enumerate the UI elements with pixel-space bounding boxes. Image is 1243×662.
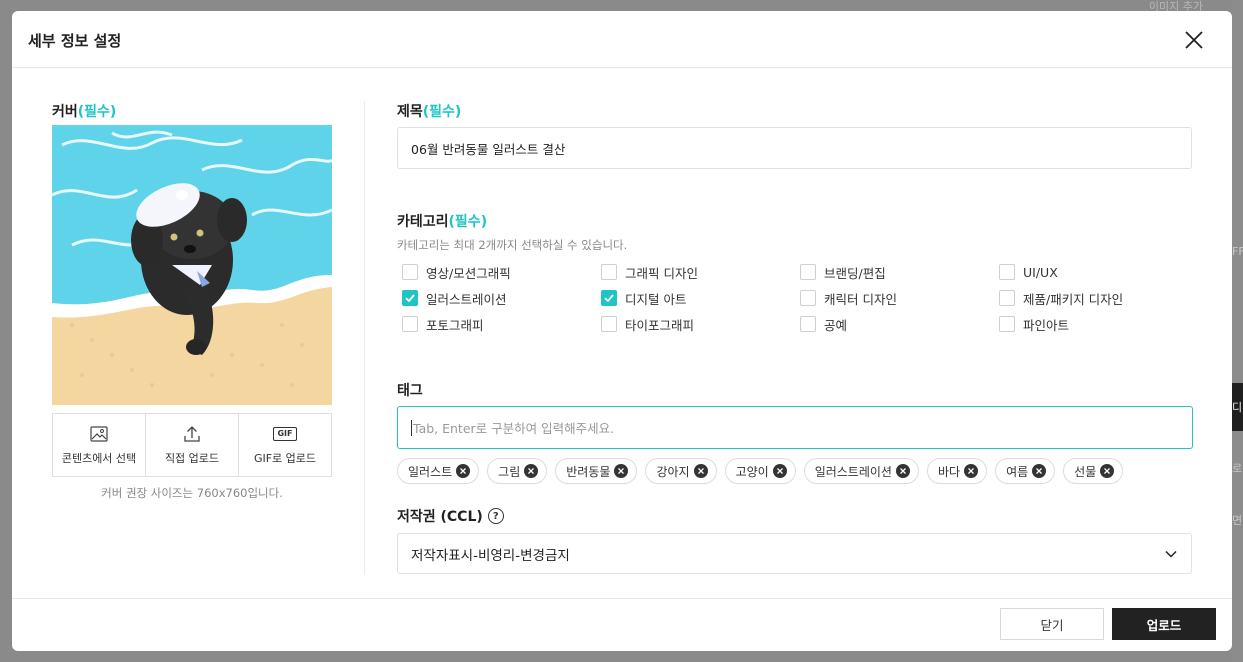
check-icon <box>405 294 415 303</box>
gif-icon: GIF <box>273 424 297 444</box>
tag-chip: 그림 <box>487 458 548 484</box>
tag-chip: 반려동물 <box>555 458 638 484</box>
background-page-edge <box>1232 0 1243 662</box>
modal-title: 세부 정보 설정 <box>28 32 122 50</box>
checkbox[interactable] <box>800 264 816 280</box>
detail-settings-modal: 세부 정보 설정 커버(필수) 콘텐츠에서 선택 직접 업로드 GIF GIF로… <box>12 11 1232 651</box>
remove-tag-icon[interactable] <box>614 464 629 478</box>
category-label: 카테고리(필수) <box>397 214 488 230</box>
copyright-select[interactable]: 저작자표시-비영리-변경금지 <box>397 533 1192 574</box>
check-icon <box>604 294 614 303</box>
text-cursor <box>411 419 412 436</box>
category-digital-art[interactable]: 디지털 아트 <box>601 290 800 307</box>
direct-upload-button[interactable]: 직접 업로드 <box>146 414 239 476</box>
tag-chip: 선물 <box>1063 458 1124 484</box>
upload-icon <box>183 424 201 444</box>
tag-chip: 일러스트 <box>397 458 480 484</box>
checkbox-checked[interactable] <box>601 290 617 306</box>
background-edge-text: 디 <box>1232 401 1243 414</box>
chevron-down-icon <box>1165 550 1177 558</box>
remove-tag-icon[interactable] <box>895 464 910 478</box>
close-icon <box>1185 31 1203 49</box>
background-edge-text: FF <box>1232 245 1243 258</box>
category-hint: 카테고리는 최대 2개까지 선택하실 수 있습니다. <box>397 238 628 252</box>
remove-tag-icon[interactable] <box>456 464 471 478</box>
tag-chip: 바다 <box>926 458 988 484</box>
tag-chip: 고양이 <box>724 458 796 484</box>
gif-upload-button[interactable]: GIF GIF로 업로드 <box>239 414 331 476</box>
category-crafts[interactable]: 공예 <box>800 316 999 333</box>
checkbox[interactable] <box>999 264 1015 280</box>
category-fine-art[interactable]: 파인아트 <box>999 316 1198 333</box>
category-branding[interactable]: 브랜딩/편집 <box>800 264 999 281</box>
background-edge-text: 로 <box>1232 462 1243 475</box>
checkbox-checked[interactable] <box>402 290 418 306</box>
category-character-design[interactable]: 캐릭터 디자인 <box>800 290 999 307</box>
category-motion-graphics[interactable]: 영상/모션그래픽 <box>402 264 601 281</box>
title-input[interactable]: 06월 반려동물 일러스트 결산 <box>397 127 1192 169</box>
category-graphic-design[interactable]: 그래픽 디자인 <box>601 264 800 281</box>
tag-input[interactable]: Tab, Enter로 구분하여 입력해주세요. <box>397 406 1193 449</box>
cover-label: 커버(필수) <box>52 104 117 120</box>
tag-label: 태그 <box>397 383 423 399</box>
checkbox[interactable] <box>601 264 617 280</box>
tag-chip: 여름 <box>995 458 1056 484</box>
modal-header: 세부 정보 설정 <box>12 11 1232 68</box>
category-ui-ux[interactable]: UI/UX <box>999 264 1198 280</box>
cover-size-hint: 커버 권장 사이즈는 760x760입니다. <box>101 486 283 500</box>
column-divider <box>364 101 365 575</box>
category-photography[interactable]: 포토그래피 <box>402 316 601 333</box>
title-label: 제목(필수) <box>397 104 462 120</box>
checkbox[interactable] <box>601 316 617 332</box>
image-icon <box>90 424 108 444</box>
checkbox[interactable] <box>999 316 1015 332</box>
checkbox[interactable] <box>800 316 816 332</box>
remove-tag-icon[interactable] <box>524 464 539 478</box>
upload-button[interactable]: 업로드 <box>1112 608 1216 640</box>
help-icon[interactable]: ? <box>487 508 504 524</box>
remove-tag-icon[interactable] <box>1100 464 1115 478</box>
category-checkbox-grid: 영상/모션그래픽 그래픽 디자인 브랜딩/편집 UI/UX 일러스트레이션 디지… <box>402 264 1202 333</box>
remove-tag-icon[interactable] <box>693 464 708 478</box>
modal-footer: 닫기 업로드 <box>12 598 1232 651</box>
remove-tag-icon[interactable] <box>772 464 787 478</box>
close-button[interactable] <box>1182 28 1206 52</box>
select-from-content-button[interactable]: 콘텐츠에서 선택 <box>53 414 146 476</box>
copyright-label: 저작권 (CCL) ? <box>397 506 504 526</box>
checkbox[interactable] <box>402 316 418 332</box>
tag-input-placeholder: Tab, Enter로 구분하여 입력해주세요. <box>413 421 615 436</box>
tag-chip: 일러스트레이션 <box>803 458 919 484</box>
cover-image <box>52 125 332 405</box>
checkbox[interactable] <box>402 264 418 280</box>
background-edge-text: 면 <box>1232 514 1243 527</box>
close-modal-button[interactable]: 닫기 <box>1000 608 1104 640</box>
category-typography[interactable]: 타이포그래피 <box>601 316 800 333</box>
remove-tag-icon[interactable] <box>964 464 979 478</box>
tag-list: 일러스트 그림 반려동물 강아지 고양이 일러스트레이션 바다 여름 선물 <box>397 458 1124 484</box>
copyright-selected-value: 저작자표시-비영리-변경금지 <box>411 547 570 564</box>
category-illustration[interactable]: 일러스트레이션 <box>402 290 601 307</box>
tag-chip: 강아지 <box>645 458 717 484</box>
remove-tag-icon[interactable] <box>1032 464 1047 478</box>
checkbox[interactable] <box>800 290 816 306</box>
checkbox[interactable] <box>999 290 1015 306</box>
cover-upload-actions: 콘텐츠에서 선택 직접 업로드 GIF GIF로 업로드 <box>52 413 332 477</box>
category-product-package[interactable]: 제품/패키지 디자인 <box>999 290 1198 307</box>
